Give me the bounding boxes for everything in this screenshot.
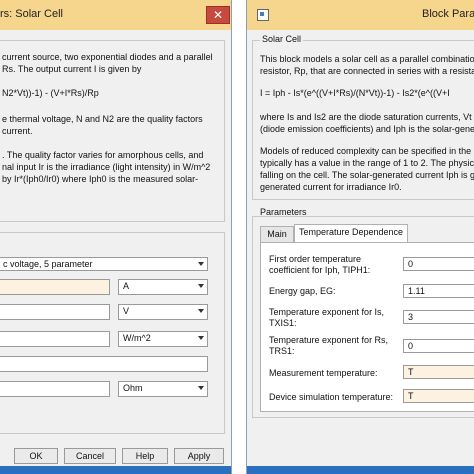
left-desc-line: Rs. The output current I is given by	[2, 64, 142, 74]
chevron-down-icon	[198, 386, 204, 390]
right-title: Block Param	[422, 8, 474, 20]
tiph1-input[interactable]: 0	[403, 257, 474, 271]
model-dropdown-value: c voltage, 5 parameter	[3, 259, 93, 269]
param-label: Energy gap, EG:	[269, 286, 336, 296]
chevron-down-icon	[198, 336, 204, 340]
param-label: First order temperature	[269, 254, 362, 264]
right-desc-line: falling on the cell. The solar-generated…	[260, 170, 474, 180]
param-field-4[interactable]	[0, 356, 208, 372]
eg-input[interactable]: 1.11	[403, 284, 474, 298]
param-label: TXIS1:	[269, 318, 297, 328]
taskbar-strip	[0, 466, 231, 474]
param-field-5[interactable]	[0, 381, 110, 397]
right-desc-line: resistor, Rp, that are connected in seri…	[260, 66, 474, 76]
help-button[interactable]: Help	[122, 448, 168, 464]
right-desc-line: typically has a value in the range of 1 …	[260, 158, 474, 168]
param-field-1[interactable]	[0, 279, 110, 295]
param-label: Measurement temperature:	[269, 368, 378, 378]
right-dialog-window: Block Param Solar Cell This block models…	[246, 0, 474, 474]
left-desc-line: N2*Vt))-1) - (V+I*Rs)/Rp	[2, 88, 99, 98]
right-desc-line: generated current for irradiance Ir0.	[260, 182, 402, 192]
ok-button[interactable]: OK	[14, 448, 58, 464]
tab-main[interactable]: Main	[260, 226, 294, 242]
right-desc-line: I = Iph - Is*(e^((V+I*Rs)/(N*Vt))-1) - I…	[260, 88, 450, 98]
chevron-down-icon	[198, 262, 204, 266]
param-label: Temperature exponent for Rs,	[269, 335, 389, 345]
apply-button[interactable]: Apply	[174, 448, 224, 464]
measurement-temperature-input[interactable]: T	[403, 365, 474, 379]
param-field-2[interactable]	[0, 304, 110, 320]
tab-temperature-dependence[interactable]: Temperature Dependence	[294, 224, 408, 242]
left-desc-line: current.	[2, 126, 33, 136]
close-icon[interactable]: ✕	[206, 6, 230, 24]
trs1-input[interactable]: 0	[403, 339, 474, 353]
txis1-input[interactable]: 3	[403, 310, 474, 324]
left-dialog-window: rs: Solar Cell ✕ current source, two exp…	[0, 0, 232, 474]
simulation-temperature-input[interactable]: T	[403, 389, 474, 403]
left-desc-line: . The quality factor varies for amorphou…	[2, 150, 204, 160]
param-label: TRS1:	[269, 346, 295, 356]
right-titlebar[interactable]: Block Param	[247, 0, 474, 30]
model-dropdown[interactable]: c voltage, 5 parameter	[0, 257, 208, 271]
chevron-down-icon	[198, 309, 204, 313]
unit-value: A	[123, 281, 130, 291]
right-desc-line: Models of reduced complexity can be spec…	[260, 146, 474, 156]
block-app-icon	[257, 9, 269, 21]
unit-value: V	[123, 306, 130, 316]
left-desc-line: by Ir*(Iph0/Ir0) where Iph0 is the measu…	[2, 174, 199, 184]
param-field-3[interactable]	[0, 331, 110, 347]
unit-value: W/m^2	[123, 333, 151, 343]
right-desc-line: where Is and Is2 are the diode saturatio…	[260, 112, 474, 122]
right-desc-line: (diode emission coefficients) and Iph is…	[260, 124, 474, 134]
param-label: Device simulation temperature:	[269, 392, 394, 402]
right-desc-line: This block models a solar cell as a para…	[260, 54, 474, 64]
left-titlebar[interactable]: rs: Solar Cell ✕	[0, 0, 231, 30]
cancel-button[interactable]: Cancel	[64, 448, 116, 464]
unit-dropdown-5[interactable]: Ohm	[118, 381, 208, 397]
left-desc-line: nal input Ir is the irradiance (light in…	[2, 162, 211, 172]
unit-dropdown-3[interactable]: W/m^2	[118, 331, 208, 347]
taskbar-strip	[247, 466, 474, 474]
param-label: coefficient for Iph, TIPH1:	[269, 265, 371, 275]
unit-value: Ohm	[123, 383, 143, 393]
chevron-down-icon	[198, 284, 204, 288]
param-label: Temperature exponent for Is,	[269, 307, 385, 317]
unit-dropdown-1[interactable]: A	[118, 279, 208, 295]
left-desc-line: current source, two exponential diodes a…	[2, 52, 213, 62]
group-label: Solar Cell	[260, 34, 304, 45]
left-desc-line: e thermal voltage, N and N2 are the qual…	[2, 114, 203, 124]
left-title: rs: Solar Cell	[0, 8, 63, 20]
unit-dropdown-2[interactable]: V	[118, 304, 208, 320]
